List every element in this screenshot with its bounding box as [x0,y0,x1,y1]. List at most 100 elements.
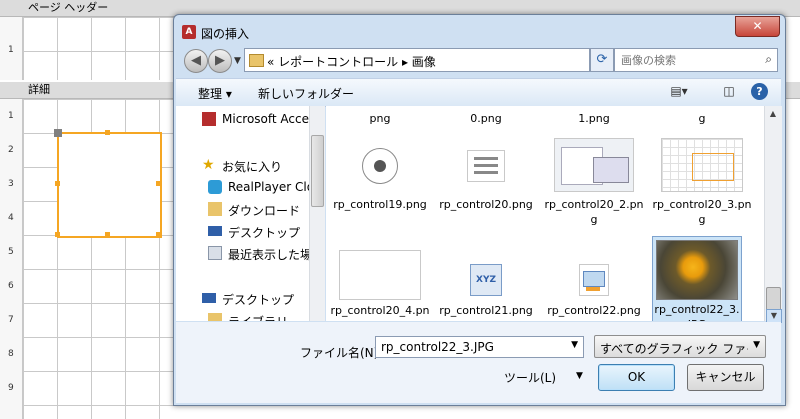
filename-value[interactable]: rp_control22_3.JPG [381,340,494,354]
navigation-row: ◀ ▶ ▼ « レポートコントロール ▸ 画像 ⟳ ⌕ [182,47,778,75]
navigation-scrollbar-thumb[interactable] [311,135,324,207]
filetype-select[interactable]: すべてのグラフィック ファイル ▼ [594,335,766,358]
radio-button-image-icon [362,148,398,184]
resize-handle[interactable] [105,232,110,237]
desktop-icon [208,226,222,236]
file-name-partial[interactable]: 1.png [544,112,644,125]
recent-places-icon [208,246,222,260]
scroll-up-arrow[interactable]: ▲ [766,108,780,120]
file-name: rp_control20_2.png [544,198,644,226]
back-button[interactable]: ◀ [184,49,208,73]
ruler-number: 1 [8,45,14,55]
nav-item-label: デスクトップ [222,293,295,307]
file-item[interactable]: rp_control22.png [544,246,644,321]
download-folder-icon [208,202,222,216]
nav-item-label: ライブラリ [228,313,288,321]
nav-item-label: ダウンロード [228,204,301,218]
close-button[interactable]: ✕ [735,16,780,37]
refresh-button[interactable]: ⟳ [590,48,614,72]
ruler-number: 7 [8,315,14,325]
resize-handle[interactable] [55,181,60,186]
dialog-title: 図の挿入 [201,27,250,41]
file-name-partial[interactable]: 0.png [436,112,536,125]
picture-image-icon [579,264,609,296]
ruler-number: 3 [8,179,14,189]
ruler-number: 9 [8,383,14,393]
file-name-partial[interactable]: png [330,112,430,125]
file-item[interactable]: rp_control19.png [330,136,430,236]
ruler-number: 4 [8,213,14,223]
vertical-ruler-header: 1 [0,17,23,80]
form-thumbnail-icon [661,138,743,192]
insert-picture-dialog: A 図の挿入 ✕ ◀ ▶ ▼ « レポートコントロール ▸ 画像 ⟳ ⌕ 整理 … [173,14,786,406]
organize-button[interactable]: 整理 ▾ [198,85,232,102]
resize-handle[interactable] [156,181,161,186]
resize-handle[interactable] [105,130,110,135]
view-options-icon[interactable]: ▤▾ [670,84,688,100]
recent-locations-dropdown[interactable]: ▼ [234,56,241,66]
search-icon[interactable]: ⌕ [765,52,772,67]
image-control-placeholder[interactable] [57,132,162,238]
navigation-pane: Microsoft Access ★ お気に入り RealPlayer Clou… [176,106,325,321]
file-item[interactable]: rp_control20_4.png [330,246,430,321]
file-item[interactable]: rp_control20.png [436,136,536,236]
nav-item-label: デスクトップ [228,226,301,240]
preview-pane-icon[interactable]: ◫ [720,84,738,100]
cancel-button[interactable]: キャンセル [687,364,764,391]
search-box[interactable]: ⌕ [614,48,778,72]
nav-item-label: お気に入り [222,160,283,174]
file-name: rp_control21.png [439,304,533,317]
scroll-down-arrow[interactable]: ▼ [766,309,782,323]
new-folder-button[interactable]: 新しいフォルダー [258,85,354,102]
tools-button[interactable]: ツール(L) [504,369,556,386]
ok-button[interactable]: OK [598,364,675,391]
vertical-ruler-detail: 1 2 3 4 5 6 7 8 9 [0,99,23,419]
library-icon [208,313,222,321]
dialog-titlebar[interactable]: A 図の挿入 ✕ [174,15,785,47]
screenshot-thumbnail-icon [554,138,634,192]
realplayer-icon [208,180,222,194]
file-name: rp_control20_4.png [330,304,430,321]
ruler-number: 6 [8,281,14,291]
filetype-value[interactable]: すべてのグラフィック ファイル [600,340,748,357]
ruler-number: 8 [8,349,14,359]
file-item[interactable]: XYZ rp_control21.png [436,246,536,321]
resize-handle[interactable] [156,232,161,237]
move-handle[interactable] [54,129,62,137]
access-icon: A [182,25,196,39]
address-bar[interactable]: « レポートコントロール ▸ 画像 [244,48,590,72]
file-name: rp_control22.png [547,304,641,317]
nav-item-label: Microsoft Access [222,112,322,126]
file-name: rp_control19.png [333,198,427,211]
chevron-down-icon[interactable]: ▼ [571,340,578,350]
filename-input[interactable]: rp_control22_3.JPG ▼ [375,336,584,358]
breadcrumb[interactable]: « レポートコントロール ▸ 画像 [267,53,436,70]
file-item[interactable]: rp_control20_2.png [544,136,644,236]
ruler-number: 2 [8,145,14,155]
list-image-icon [467,150,505,182]
filename-label: ファイル名(N): [300,346,383,360]
resize-handle[interactable] [55,232,60,237]
chevron-down-icon[interactable]: ▼ [576,371,583,381]
chevron-down-icon[interactable]: ▼ [753,340,760,350]
page-header-grid[interactable] [23,17,183,80]
xyz-image-icon: XYZ [470,264,502,296]
search-input[interactable] [619,52,753,68]
ruler-number: 5 [8,247,14,257]
file-item-selected[interactable]: rp_control22_3.JPG [652,236,742,321]
file-name-partial[interactable]: g [652,112,752,125]
forward-button[interactable]: ▶ [208,49,232,73]
blank-thumbnail-icon [339,250,421,300]
page-header-label: ページ ヘッダー [28,1,109,14]
help-button[interactable]: ? [751,83,768,100]
ruler-number: 1 [8,111,14,121]
desktop-icon [202,293,216,303]
file-name: rp_control20_3.png [652,198,752,226]
file-name: rp_control20.png [439,198,533,211]
file-name: rp_control22_3.JPG [654,303,740,321]
flower-photo-icon [656,240,738,300]
file-list: png 0.png 1.png g rp_control19.png rp_co… [326,106,764,321]
file-item[interactable]: rp_control20_3.png [652,136,752,236]
command-toolbar: 整理 ▾ 新しいフォルダー ▤▾ ◫ ? [176,78,781,107]
access-icon [202,112,216,126]
